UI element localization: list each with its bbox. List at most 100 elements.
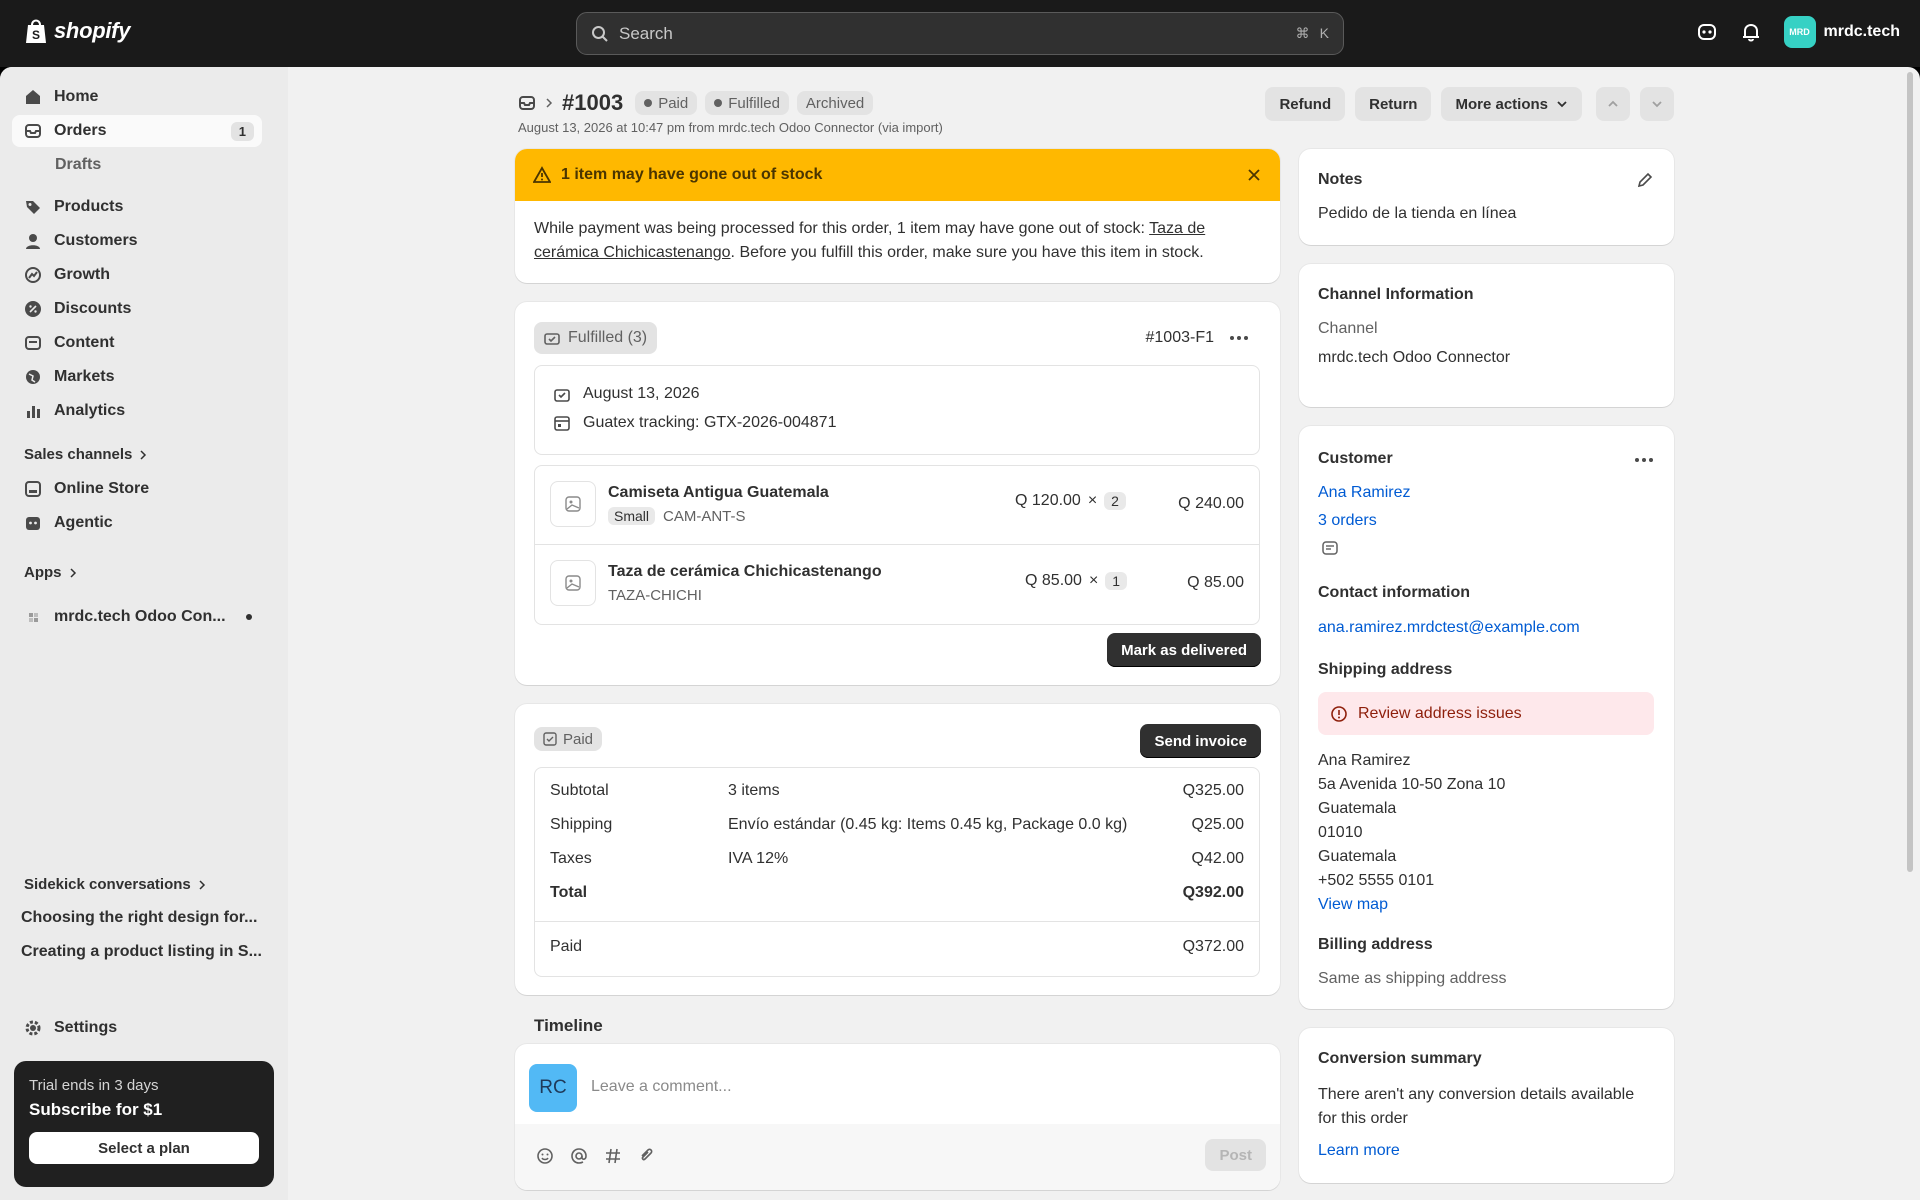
search-icon xyxy=(592,25,608,42)
shipping-address: Ana Ramirez 5a Avenida 10-50 Zona 10 Gua… xyxy=(1318,749,1505,917)
store-menu[interactable]: MRD mrdc.tech xyxy=(1783,16,1900,48)
close-icon[interactable] xyxy=(1246,167,1262,183)
summary-amount: Q392.00 xyxy=(1182,884,1244,901)
address-warning[interactable]: Review address issues xyxy=(1318,692,1654,735)
conversion-text: There aren't any conversion details avai… xyxy=(1318,1083,1634,1131)
customer-orders-link[interactable]: 3 orders xyxy=(1318,512,1377,530)
store-avatar: MRD xyxy=(1783,16,1816,48)
sidebar-item-content[interactable]: Content xyxy=(12,327,262,359)
top-bar: S shopify Search ⌘ K MRD mrdc.tech xyxy=(0,0,1920,67)
comment-input[interactable]: Leave a comment... xyxy=(591,1078,1251,1096)
person-icon xyxy=(26,234,40,249)
sidebar-item-orders[interactable]: Orders 1 xyxy=(12,115,262,147)
bell-icon[interactable] xyxy=(1740,21,1762,43)
customer-title: Customer xyxy=(1318,450,1393,467)
user-avatar: RC xyxy=(529,1064,577,1112)
sidebar-item-discounts[interactable]: Discounts xyxy=(12,293,262,325)
orders-icon[interactable] xyxy=(518,94,536,112)
svg-text:S: S xyxy=(32,28,40,42)
next-order-button[interactable] xyxy=(1640,87,1674,121)
fulfilled-icon xyxy=(544,333,560,345)
billing-address-title: Billing address xyxy=(1318,936,1433,953)
content-icon xyxy=(25,336,41,350)
emoji-icon[interactable] xyxy=(536,1147,554,1165)
sidebar-item-analytics[interactable]: Analytics xyxy=(12,395,262,427)
sidebar-item-markets[interactable]: Markets xyxy=(12,361,262,393)
sidekick-conversation[interactable]: Creating a product listing in S... xyxy=(21,943,261,961)
notes-card: Notes Pedido de la tienda en línea xyxy=(1299,149,1674,245)
fulfillment-id: #1003-F1 xyxy=(1145,329,1215,346)
customer-name-link[interactable]: Ana Ramirez xyxy=(1318,484,1410,502)
conversion-text-line: There aren't any conversion details avai… xyxy=(1318,1086,1635,1103)
product-name[interactable]: Taza de cerámica Chichicastenango xyxy=(608,563,882,581)
search-placeholder: Search xyxy=(619,23,673,43)
select-plan-button[interactable]: Select a plan xyxy=(29,1132,259,1164)
search-input[interactable]: Search ⌘ K xyxy=(576,12,1344,55)
sidebar-item-label: Markets xyxy=(54,368,115,385)
unit-price: Q 85.00 xyxy=(1025,572,1082,589)
more-actions-label: More actions xyxy=(1455,95,1548,113)
breadcrumb-chevron-icon xyxy=(546,98,553,108)
summary-label: Shipping xyxy=(550,816,613,833)
stock-alert-banner: 1 item may have gone out of stock While … xyxy=(515,149,1280,283)
sidebar-item-products[interactable]: Products xyxy=(12,191,262,223)
customer-email-link[interactable]: ana.ramirez.mrdctest@example.com xyxy=(1318,619,1580,637)
address-line: Guatemala xyxy=(1318,800,1397,817)
sidebar-item-drafts[interactable]: Drafts xyxy=(55,156,101,174)
shortcut-cmd: ⌘ xyxy=(1295,25,1310,41)
pencil-icon[interactable] xyxy=(1636,171,1654,189)
more-horizontal-icon[interactable] xyxy=(1634,457,1654,463)
chevron-up-icon xyxy=(1608,100,1618,107)
sidekick-conversations-header[interactable]: Sidekick conversations xyxy=(24,876,207,893)
sidebar-item-label: Customers xyxy=(54,232,138,249)
sidebar-item-customers[interactable]: Customers xyxy=(12,225,262,257)
sidebar-item-label: Agentic xyxy=(54,514,113,531)
paid-badge-label: Paid xyxy=(563,730,594,748)
attachment-icon[interactable] xyxy=(638,1147,656,1165)
more-horizontal-icon[interactable] xyxy=(1229,335,1249,341)
sidekick-icon[interactable] xyxy=(1696,21,1718,43)
scrollbar[interactable] xyxy=(1907,72,1913,872)
sidebar-item-growth[interactable]: Growth xyxy=(12,259,262,291)
view-map-link[interactable]: View map xyxy=(1318,893,1505,917)
tracking-number[interactable]: Guatex tracking: GTX-2026-004871 xyxy=(583,414,836,432)
store-name: mrdc.tech xyxy=(1823,23,1900,40)
customer-note-icon[interactable] xyxy=(1321,540,1339,558)
post-button[interactable]: Post xyxy=(1205,1139,1266,1171)
mark-as-delivered-button[interactable]: Mark as delivered xyxy=(1107,633,1261,667)
learn-more-link[interactable]: Learn more xyxy=(1318,1142,1400,1160)
status-dot xyxy=(644,99,653,107)
send-invoice-button[interactable]: Send invoice xyxy=(1140,724,1261,758)
sidebar-item-home[interactable]: Home xyxy=(12,81,262,113)
previous-order-button[interactable] xyxy=(1596,87,1630,121)
sidekick-conversation[interactable]: Choosing the right design for... xyxy=(21,909,261,927)
sidebar-item-odoo-connector[interactable]: mrdc.tech Odoo Con... xyxy=(12,601,262,633)
mention-icon[interactable] xyxy=(570,1147,588,1165)
trial-text: Trial ends in 3 days xyxy=(29,1077,159,1094)
notes-title: Notes xyxy=(1318,171,1363,188)
sidebar-item-online-store[interactable]: Online Store xyxy=(12,473,262,505)
chevron-right-icon xyxy=(69,567,76,578)
sales-channels-header[interactable]: Sales channels xyxy=(24,446,148,463)
product-name[interactable]: Camiseta Antigua Guatemala xyxy=(608,484,829,502)
shopify-logo[interactable]: S shopify xyxy=(24,17,130,45)
sidebar-item-settings[interactable]: Settings xyxy=(12,1012,262,1044)
product-link-text: cerámica Chichicastenango xyxy=(534,244,731,261)
paid-badge: Paid xyxy=(534,727,603,751)
summary-desc: 3 items xyxy=(728,782,780,799)
variant-badge: Small xyxy=(608,507,656,525)
summary-divider xyxy=(535,921,1259,922)
conversion-text-line: for this order xyxy=(1318,1110,1408,1127)
return-button[interactable]: Return xyxy=(1355,87,1432,121)
apps-header[interactable]: Apps xyxy=(24,564,78,581)
refund-button[interactable]: Refund xyxy=(1265,87,1346,121)
sidebar-item-label: Settings xyxy=(54,1019,118,1036)
image-placeholder-icon xyxy=(565,496,581,512)
fulfillment-card: Fulfilled (3) #1003-F1 August 13, 2026 G… xyxy=(515,302,1280,685)
summary-amount: Q372.00 xyxy=(1182,938,1244,955)
sidebar-item-agentic[interactable]: Agentic xyxy=(12,507,262,539)
more-actions-button[interactable]: More actions xyxy=(1441,87,1582,121)
summary-amount: Q42.00 xyxy=(1191,850,1244,867)
status-badge-archived: Archived xyxy=(796,91,874,115)
hashtag-icon[interactable] xyxy=(604,1147,622,1165)
